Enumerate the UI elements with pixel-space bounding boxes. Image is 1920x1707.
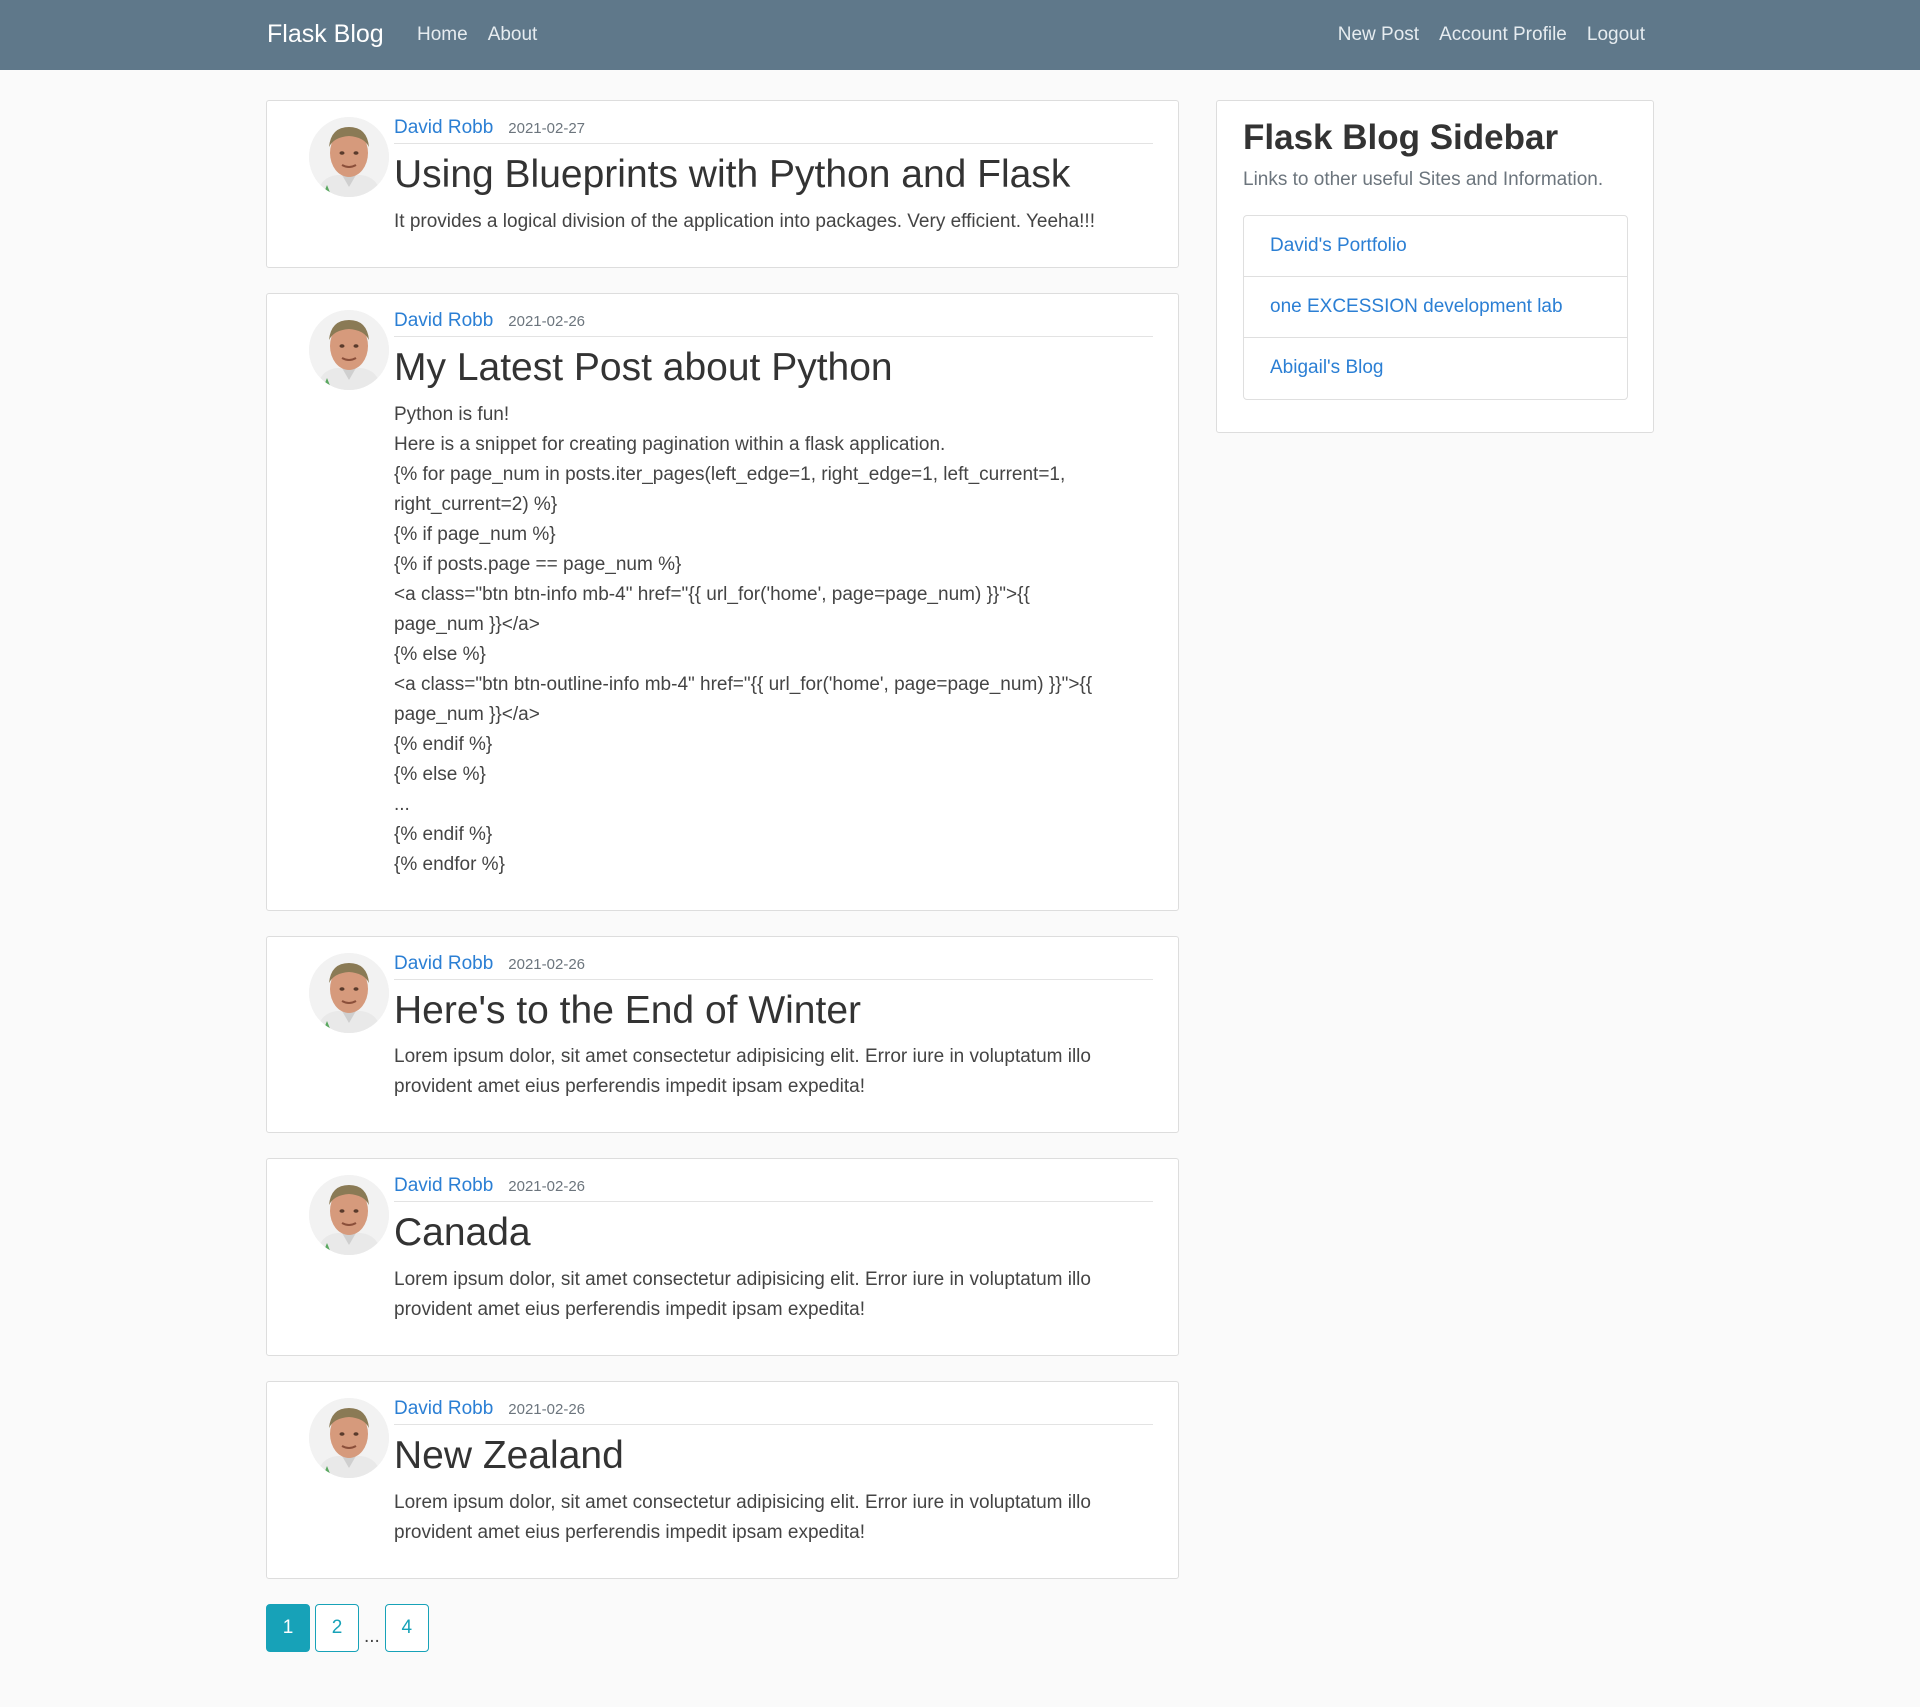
nav-account-link[interactable]: Account Profile [1439, 24, 1567, 46]
post-date: 2021-02-27 [508, 120, 586, 137]
post-card: David Robb 2021-02-26 New Zealand Lorem ips… [266, 1381, 1179, 1579]
post-content: Lorem ipsum dolor, sit amet consectetur … [394, 1488, 1153, 1548]
post-content-line: Here is a snippet for creating paginatio… [394, 433, 946, 455]
post-content-line: {% endfor %} [394, 853, 505, 875]
post-meta: David Robb 2021-02-26 [394, 1398, 1153, 1426]
post-title-link[interactable]: Here's to the End of Winter [394, 988, 1153, 1035]
post-author-link[interactable]: David Robb [394, 953, 493, 975]
post-body: David Robb 2021-02-27 Using Blueprints wit… [394, 117, 1153, 237]
post-content-line: {% endif %} [394, 823, 493, 845]
post-title-link[interactable]: Using Blueprints with Python and Flask [394, 152, 1153, 199]
sidebar-title: Flask Blog Sidebar [1243, 118, 1559, 157]
post-content: Lorem ipsum dolor, sit amet consectetur … [394, 1042, 1153, 1102]
post-content-line: Python is fun! [394, 403, 510, 425]
post-content-line: {% if posts.page == page_num %} [394, 553, 682, 575]
sidebar-link[interactable]: one EXCESSION development lab [1244, 277, 1627, 338]
pagination: 1 2... 4 [266, 1603, 1179, 1652]
nav-home-link[interactable]: Home [417, 24, 468, 46]
navbar: Flask Blog Home About New Post Account P… [0, 0, 1920, 70]
posts-list: David Robb 2021-02-27 Using Blueprints wit… [266, 100, 1179, 1579]
post-content-line: page_num }}</a> [394, 613, 540, 635]
post-content-line: Lorem ipsum dolor, sit amet consectetur … [394, 1491, 1091, 1513]
author-avatar [309, 117, 389, 197]
author-avatar [309, 1398, 389, 1479]
post-title-link[interactable]: Canada [394, 1210, 1153, 1257]
sidebar-link-list: David's Portfolio one EXCESSION developme… [1243, 214, 1628, 400]
post-title-link[interactable]: New Zealand [394, 1433, 1153, 1480]
posts-column: David Robb 2021-02-27 Using Blueprints wit… [266, 100, 1179, 1652]
post-body: David Robb 2021-02-26 Canada Lorem ipsum do… [394, 1175, 1153, 1325]
post-content: Python is fun! Here is a snippet for crea… [394, 400, 1153, 880]
post-meta: David Robb 2021-02-27 [394, 117, 1153, 144]
post-date: 2021-02-26 [508, 312, 586, 330]
post-content-line: It provides a logical division of the ap… [394, 210, 1095, 232]
post-content-line: {% endif %} [394, 733, 493, 755]
author-avatar [309, 309, 389, 390]
pagination-ellipsis: ... [364, 1625, 380, 1647]
nav-right: New Post Account Profile Logout [1338, 24, 1645, 46]
post-content-line: {% else %} [394, 763, 486, 785]
post-meta: David Robb 2021-02-26 [394, 953, 1153, 980]
author-avatar [309, 952, 389, 1033]
post-content: It provides a logical division of the ap… [394, 207, 1153, 237]
page-2-button[interactable]: 2 [315, 1603, 359, 1652]
post-content-line: {% if page_num %} [394, 523, 556, 545]
post-content-line: provident amet eius perferendis impedit … [394, 1076, 866, 1098]
post-author-link[interactable]: David Robb [394, 1175, 493, 1197]
post-author-link[interactable]: David Robb [394, 117, 493, 139]
post-date: 2021-02-26 [508, 1401, 586, 1419]
sidebar-subtitle: Links to other useful Sites and Informat… [1243, 168, 1604, 190]
post-content-line: Lorem ipsum dolor, sit amet consectetur … [394, 1269, 1091, 1291]
post-date: 2021-02-26 [508, 955, 586, 973]
post-content-line: <a class="btn btn-outline-info mb-4" hre… [394, 673, 1093, 695]
post-content: Lorem ipsum dolor, sit amet consectetur … [394, 1265, 1153, 1325]
sidebar-link[interactable]: Abigail's Blog [1244, 338, 1627, 399]
page-1-button[interactable]: 1 [266, 1603, 310, 1652]
post-meta: David Robb 2021-02-26 [394, 310, 1153, 337]
post-content-line: right_current=2) %} [394, 493, 558, 515]
nav-left: Home About [417, 24, 537, 46]
sidebar-link[interactable]: David's Portfolio [1244, 216, 1627, 277]
post-body: David Robb 2021-02-26 New Zealand Lorem ips… [394, 1398, 1153, 1548]
author-avatar [309, 1175, 389, 1256]
post-content-line: {% for page_num in posts.iter_pages(left… [394, 463, 1066, 485]
post-body: David Robb 2021-02-26 Here's to the End of… [394, 953, 1153, 1103]
post-content-line: ... [394, 793, 410, 815]
post-card: David Robb 2021-02-26 Here's to the End of… [266, 935, 1179, 1134]
post-content-line: <a class="btn btn-info mb-4" href="{{ ur… [394, 583, 1030, 605]
post-content-line: provident amet eius perferendis impedit … [394, 1521, 866, 1543]
nav-new-post-link[interactable]: New Post [1338, 24, 1419, 46]
post-author-link[interactable]: David Robb [394, 1398, 493, 1420]
post-title-link[interactable]: My Latest Post about Python [394, 345, 1153, 392]
post-content-line: provident amet eius perferendis impedit … [394, 1299, 866, 1321]
post-card: David Robb 2021-02-26 Canada Lorem ipsum do… [266, 1158, 1179, 1357]
nav-about-link[interactable]: About [488, 24, 538, 46]
post-author-link[interactable]: David Robb [394, 310, 493, 332]
nav-logout-link[interactable]: Logout [1587, 24, 1645, 46]
post-date: 2021-02-26 [508, 1178, 586, 1196]
post-meta: David Robb 2021-02-26 [394, 1175, 1153, 1203]
brand-link[interactable]: Flask Blog [267, 20, 384, 49]
post-body: David Robb 2021-02-26 My Latest Post about… [394, 310, 1153, 880]
post-card: David Robb 2021-02-27 Using Blueprints wit… [266, 100, 1179, 268]
sidebar: Flask Blog Sidebar Links to other useful… [1216, 100, 1654, 433]
post-card: David Robb 2021-02-26 My Latest Post about… [266, 292, 1179, 911]
post-content-line: Lorem ipsum dolor, sit amet consectetur … [394, 1046, 1091, 1068]
page-4-button[interactable]: 4 [384, 1603, 429, 1652]
post-content-line: {% else %} [394, 643, 486, 665]
post-content-line: page_num }}</a> [394, 703, 540, 725]
